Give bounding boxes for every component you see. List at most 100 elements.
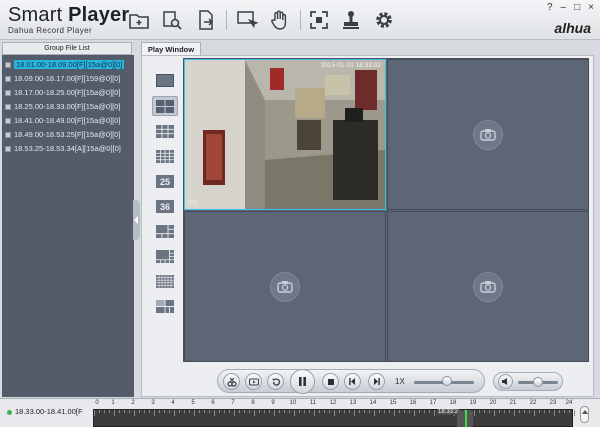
close-button[interactable]: ×: [588, 2, 594, 13]
clip-icon[interactable]: [223, 373, 240, 390]
timeline[interactable]: 0 1 2 3 4 5 6 7 8 9 10 11 12 13 14 15 16 17 18 19 20 21 22 23 24…: [93, 400, 575, 427]
timeline-minor-tick: [204, 410, 205, 413]
help-button[interactable]: ?: [547, 2, 553, 13]
layout-1-button[interactable]: [152, 70, 178, 90]
file-checkbox[interactable]: [5, 104, 11, 110]
timeline-hour-label: 6: [211, 400, 215, 406]
timeline-hour-label: 18: [449, 400, 457, 406]
timeline-playhead[interactable]: [465, 410, 467, 427]
status-dot-icon: [7, 409, 12, 415]
layout-custom-button[interactable]: [152, 296, 178, 316]
timeline-hour-label: 17: [429, 400, 437, 406]
pause-button[interactable]: [290, 369, 315, 394]
layout-25-button[interactable]: 25: [152, 171, 178, 191]
timeline-minor-tick: [119, 410, 120, 413]
add-folder-icon[interactable]: [128, 9, 150, 31]
file-list-item[interactable]: 18.41.00-18.49.00[F][15a@0][0]: [2, 114, 134, 128]
file-list-item[interactable]: 18.53.25-18.53.34[A][15a@0][0]: [2, 142, 134, 156]
file-label: 18.49.00-18.53.25[F][15a@0][0]: [14, 130, 121, 139]
timeline-minor-tick: [374, 410, 375, 416]
video-window-3[interactable]: [184, 211, 386, 362]
settings-gear-icon[interactable]: [373, 9, 395, 31]
file-checkbox[interactable]: [5, 90, 11, 96]
timeline-minor-tick: [284, 410, 285, 413]
file-checkbox[interactable]: [5, 146, 11, 152]
timeline-minor-tick: [354, 410, 355, 416]
play-window-tab[interactable]: Play Window: [141, 42, 201, 56]
layout-9-button[interactable]: [152, 121, 178, 141]
timeline-hour-label: 9: [271, 400, 275, 406]
layout-64-button[interactable]: [152, 271, 178, 291]
video-window-4[interactable]: [387, 211, 589, 362]
maximize-button[interactable]: □: [574, 2, 580, 13]
file-label: 18.53.25-18.53.34[A][15a@0][0]: [14, 144, 121, 153]
next-frame-button[interactable]: [368, 373, 385, 390]
volume-slider-handle[interactable]: [533, 377, 543, 387]
app-title-bold: Player: [68, 4, 130, 26]
timeline-hour-label: 21: [509, 400, 517, 406]
video-window-1[interactable]: 2015-01-01 18:33:02 IPC: [184, 59, 386, 210]
file-list-item[interactable]: 18.25.00-18.33.00[F][15a@0][0]: [2, 100, 134, 114]
timeline-minor-tick: [264, 410, 265, 413]
timeline-minor-tick: [194, 410, 195, 416]
group-file-list-tab[interactable]: Group File List: [2, 42, 132, 55]
brand: Smart Player Dahua Record Player: [8, 4, 129, 35]
previous-frame-button[interactable]: [344, 373, 361, 390]
file-checkbox[interactable]: [5, 132, 11, 138]
timeline-minor-tick: [99, 410, 100, 413]
camera-icon: [473, 271, 503, 302]
timeline-minor-tick: [319, 410, 320, 413]
timeline-scroll-up-button[interactable]: [580, 406, 589, 423]
snapshot-icon[interactable]: [236, 9, 259, 31]
video-window-2[interactable]: [387, 59, 589, 210]
timeline-minor-tick: [129, 410, 130, 413]
stop-button[interactable]: [322, 373, 339, 390]
sync-play-icon[interactable]: [245, 373, 262, 390]
file-checkbox[interactable]: [5, 76, 11, 82]
volume-icon[interactable]: [498, 374, 513, 389]
title-bar: Smart Player Dahua Record Player ? – □ ×…: [0, 0, 600, 40]
export-file-icon[interactable]: [195, 9, 217, 31]
timeline-minor-tick: [244, 410, 245, 413]
speed-slider-handle[interactable]: [442, 376, 452, 386]
rewind-icon[interactable]: [267, 373, 284, 390]
video-frame: 2015-01-01 18:33:02 IPC: [185, 60, 385, 209]
timeline-panel: 18.33.00-18.41.00[F 0 1 2 3 4 5 6 7 8 9 10 11 12 13 14…: [0, 398, 600, 427]
timeline-minor-tick: [229, 410, 230, 413]
file-checkbox[interactable]: [5, 62, 11, 68]
collapse-panel-toggle[interactable]: [133, 200, 140, 240]
timeline-minor-tick: [429, 410, 430, 413]
timeline-minor-tick: [279, 410, 280, 413]
timeline-minor-tick: [479, 410, 480, 413]
timeline-track[interactable]: 18:33:2: [93, 409, 575, 427]
timeline-minor-tick: [289, 410, 290, 413]
fullscreen-icon[interactable]: [308, 9, 330, 31]
layout-4-button[interactable]: [152, 96, 178, 116]
minimize-button[interactable]: –: [561, 2, 567, 13]
layout-1plus7-button[interactable]: [152, 246, 178, 266]
timeline-minor-tick: [139, 410, 140, 413]
file-list-item[interactable]: 18.49.00-18.53.25[F][15a@0][0]: [2, 128, 134, 142]
hand-drag-icon[interactable]: [268, 9, 290, 31]
timeline-minor-tick: [514, 410, 515, 416]
timeline-minor-tick: [149, 410, 150, 413]
file-list-item[interactable]: 18.09.00-18.17.00[F][159@0][0]: [2, 72, 134, 86]
layout-36-button[interactable]: 36: [152, 196, 178, 216]
timeline-file[interactable]: 18.33.00-18.41.00[F: [7, 407, 83, 416]
svg-text:25: 25: [160, 177, 170, 187]
timeline-hour-label: 1: [111, 400, 115, 406]
timeline-hour-label: 20: [489, 400, 497, 406]
layout-1plus5-button[interactable]: [152, 221, 178, 241]
timeline-hour-label: 15: [389, 400, 397, 406]
file-list-item[interactable]: 18.17.00-18.25.00[F][15a@0][0]: [2, 86, 134, 100]
search-file-icon[interactable]: [161, 9, 183, 31]
file-checkbox[interactable]: [5, 118, 11, 124]
timeline-hour-label: 23: [549, 400, 557, 406]
timeline-minor-tick: [234, 410, 235, 416]
file-list-item[interactable]: 18.01.00-18.09.00[F][15a@0][0]: [2, 58, 134, 72]
timeline-minor-tick: [504, 410, 505, 413]
timeline-minor-tick: [249, 410, 250, 413]
timeline-minor-tick: [109, 410, 110, 413]
layout-16-button[interactable]: [152, 146, 178, 166]
stamp-icon[interactable]: [340, 9, 362, 31]
